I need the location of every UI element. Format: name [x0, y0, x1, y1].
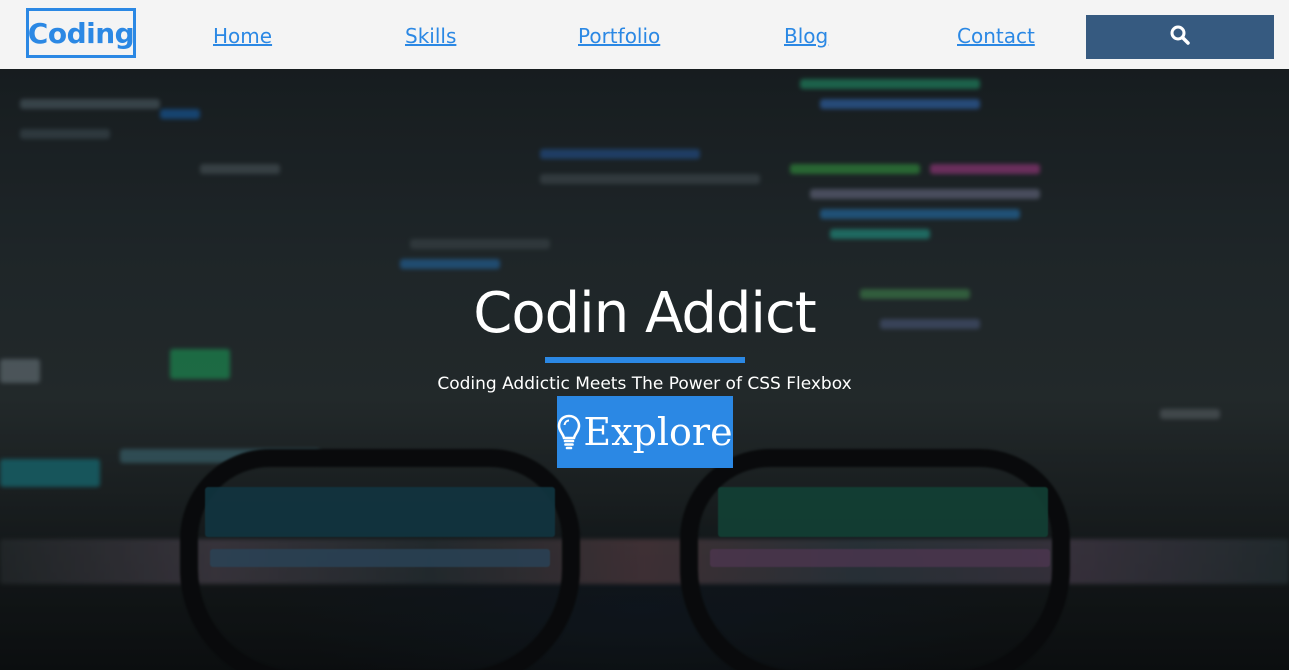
- hero-title: Codin Addict: [473, 281, 816, 346]
- nav-link-home[interactable]: Home: [213, 24, 272, 48]
- hero-title-underline: [545, 357, 745, 363]
- explore-button[interactable]: Explore: [557, 396, 733, 468]
- nav-link-skills[interactable]: Skills: [405, 24, 456, 48]
- site-logo[interactable]: Coding: [26, 8, 136, 58]
- search-button[interactable]: [1086, 15, 1274, 59]
- explore-button-label: Explore: [583, 410, 733, 454]
- nav-link-portfolio[interactable]: Portfolio: [578, 24, 660, 48]
- hero-overlay: [0, 69, 1289, 670]
- nav-link-contact[interactable]: Contact: [957, 24, 1035, 48]
- lightbulb-icon: [557, 414, 581, 450]
- hero-section: Codin Addict Coding Addictic Meets The P…: [0, 69, 1289, 670]
- hero-subtitle: Coding Addictic Meets The Power of CSS F…: [437, 374, 852, 394]
- search-icon: [1170, 25, 1190, 50]
- nav-link-blog[interactable]: Blog: [784, 24, 828, 48]
- navbar: Coding Home Skills Portfolio Blog Contac…: [0, 0, 1289, 69]
